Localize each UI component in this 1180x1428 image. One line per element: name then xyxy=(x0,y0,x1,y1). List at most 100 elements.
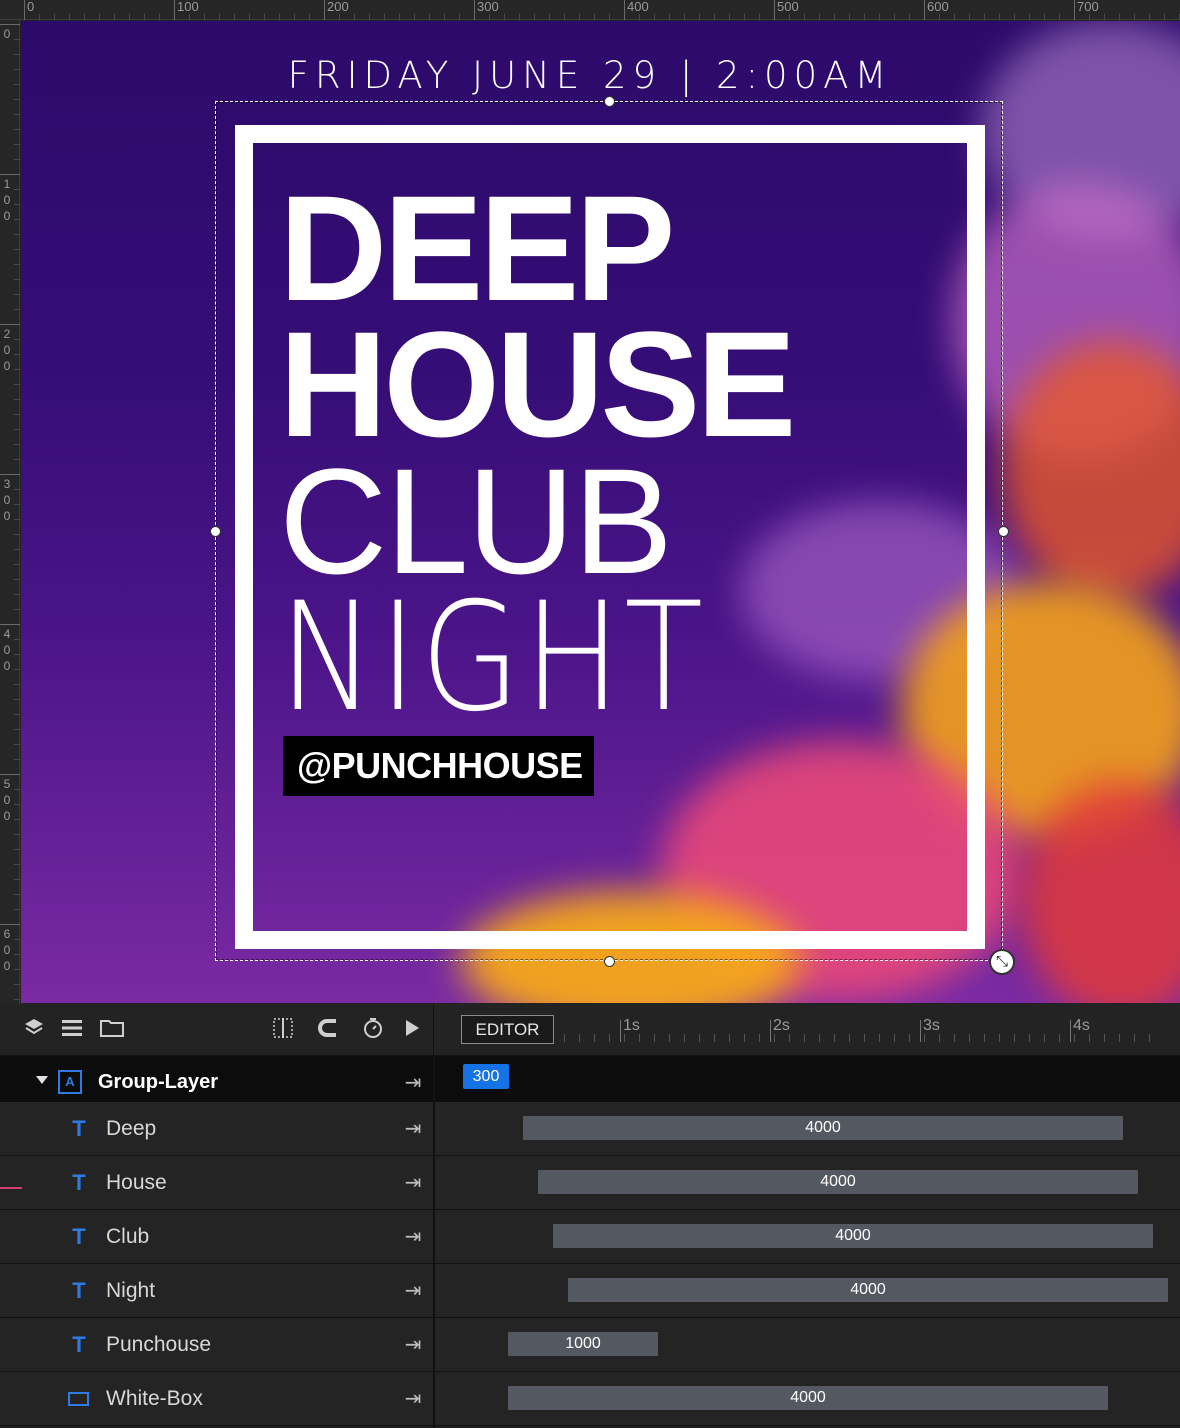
layer-track[interactable]: 4000 xyxy=(435,1210,1180,1263)
selection-box[interactable] xyxy=(215,101,1003,961)
ruler-minor-tick xyxy=(14,204,20,205)
layers-icon[interactable] xyxy=(21,1016,47,1042)
ruler-minor-tick xyxy=(39,14,40,20)
time-tick xyxy=(639,1034,640,1042)
guide-marker xyxy=(0,1187,22,1189)
jump-to-end-icon[interactable]: ⇥ xyxy=(400,1116,426,1142)
time-major-tick xyxy=(920,1020,921,1042)
ruler-minor-tick xyxy=(14,504,20,505)
collapse-caret-icon[interactable] xyxy=(36,1076,48,1084)
ruler-minor-tick xyxy=(294,14,295,20)
layer-duration-bar[interactable]: 1000 xyxy=(508,1332,658,1356)
ruler-minor-tick xyxy=(999,14,1000,20)
time-tick xyxy=(939,1034,940,1042)
ruler-minor-tick xyxy=(1149,14,1150,20)
list-icon[interactable] xyxy=(59,1016,85,1042)
ruler-label: 500 xyxy=(3,777,11,823)
ruler-horizontal[interactable]: 0 100 200 300 400 500 600 700 xyxy=(0,0,1180,20)
layer-track[interactable]: 1000 xyxy=(435,1318,1180,1371)
folder-icon[interactable] xyxy=(99,1016,125,1042)
ruler-minor-tick xyxy=(14,984,20,985)
ruler-minor-tick xyxy=(264,14,265,20)
date-text[interactable]: FRIDAY JUNE 29 | 2:00AM xyxy=(21,54,1180,97)
time-major-tick xyxy=(1070,1020,1071,1042)
ruler-minor-tick xyxy=(744,14,745,20)
timer-icon[interactable] xyxy=(360,1016,386,1042)
group-delay-badge[interactable]: 300 xyxy=(463,1064,509,1089)
selection-handle-left[interactable] xyxy=(210,526,221,537)
layer-row-club[interactable]: T Club ⇥ 4000 xyxy=(0,1210,1180,1264)
time-tick xyxy=(729,1034,730,1042)
ruler-minor-tick xyxy=(14,99,20,100)
selection-handle-bottom[interactable] xyxy=(604,956,615,967)
layer-duration-bar[interactable]: 4000 xyxy=(523,1116,1123,1140)
ruler-minor-tick xyxy=(14,444,20,445)
resize-icon[interactable]: ⤡ xyxy=(989,949,1015,975)
ruler-label: 700 xyxy=(1077,0,1099,14)
ruler-tick xyxy=(0,474,20,475)
layer-name: Group-Layer xyxy=(98,1071,219,1093)
selection-handle-right[interactable] xyxy=(998,526,1009,537)
jump-to-end-icon[interactable]: ⇥ xyxy=(400,1170,426,1196)
ruler-minor-tick xyxy=(849,14,850,20)
ruler-minor-tick xyxy=(14,849,20,850)
layer-track[interactable]: 4000 xyxy=(435,1102,1180,1155)
time-tick xyxy=(1134,1034,1135,1042)
ruler-minor-tick xyxy=(14,189,20,190)
layer-duration-bar[interactable]: 4000 xyxy=(553,1224,1153,1248)
ruler-minor-tick xyxy=(14,954,20,955)
layer-row-punchouse[interactable]: T Punchouse ⇥ 1000 xyxy=(0,1318,1180,1372)
ruler-minor-tick xyxy=(699,14,700,20)
jump-to-end-icon[interactable]: ⇥ xyxy=(400,1332,426,1358)
shape-layer-icon xyxy=(68,1392,89,1406)
ruler-minor-tick xyxy=(459,14,460,20)
ruler-minor-tick xyxy=(14,54,20,55)
layer-row-label-area: White-Box ⇥ xyxy=(0,1372,433,1425)
ruler-minor-tick xyxy=(14,384,20,385)
ruler-minor-tick xyxy=(14,114,20,115)
layer-row-house[interactable]: T House ⇥ 4000 xyxy=(0,1156,1180,1210)
ruler-tick xyxy=(0,24,20,25)
editor-button[interactable]: EDITOR xyxy=(461,1015,554,1044)
ruler-minor-tick xyxy=(594,14,595,20)
ruler-minor-tick xyxy=(249,14,250,20)
time-label: 3s xyxy=(923,1017,940,1034)
ruler-minor-tick xyxy=(14,294,20,295)
layer-track[interactable]: 4000 xyxy=(435,1264,1180,1317)
layer-track[interactable]: 4000 xyxy=(435,1156,1180,1209)
jump-to-end-icon[interactable]: ⇥ xyxy=(400,1386,426,1412)
ruler-minor-tick xyxy=(14,834,20,835)
ruler-minor-tick xyxy=(14,84,20,85)
grid-snap-icon[interactable] xyxy=(270,1016,296,1042)
jump-to-end-icon[interactable]: ⇥ xyxy=(400,1070,426,1096)
time-tick xyxy=(984,1034,985,1042)
layer-row-label-area: T House ⇥ xyxy=(0,1156,433,1209)
text-layer-icon: T xyxy=(72,1116,86,1141)
layer-track[interactable]: 4000 xyxy=(435,1372,1180,1425)
time-tick xyxy=(1029,1034,1030,1042)
jump-to-end-icon[interactable]: ⇥ xyxy=(400,1224,426,1250)
jump-to-end-icon[interactable]: ⇥ xyxy=(400,1278,426,1304)
ruler-minor-tick xyxy=(14,414,20,415)
ruler-minor-tick xyxy=(14,894,20,895)
play-icon[interactable] xyxy=(399,1016,425,1042)
layer-duration-bar[interactable]: 4000 xyxy=(538,1170,1138,1194)
layer-duration-bar[interactable]: 4000 xyxy=(508,1386,1108,1410)
ruler-minor-tick xyxy=(504,14,505,20)
design-canvas[interactable]: FRIDAY JUNE 29 | 2:00AM DEEP HOUSE CLUB … xyxy=(21,21,1180,1003)
layer-row-white-box[interactable]: White-Box ⇥ 4000 xyxy=(0,1372,1180,1426)
selection-handle-top[interactable] xyxy=(604,96,615,107)
ruler-vertical[interactable]: 0 100 200 300 400 500 600 xyxy=(0,20,20,1004)
ruler-minor-tick xyxy=(14,159,20,160)
layer-row-night[interactable]: T Night ⇥ 4000 xyxy=(0,1264,1180,1318)
ruler-minor-tick xyxy=(159,14,160,20)
ruler-minor-tick xyxy=(429,14,430,20)
magnet-icon[interactable] xyxy=(315,1016,341,1042)
text-layer-icon: T xyxy=(72,1224,86,1249)
ruler-minor-tick xyxy=(14,129,20,130)
ruler-minor-tick xyxy=(939,14,940,20)
layer-row-deep[interactable]: T Deep ⇥ 4000 xyxy=(0,1102,1180,1156)
time-tick xyxy=(624,1034,625,1042)
layer-duration-bar[interactable]: 4000 xyxy=(568,1278,1168,1302)
ruler-minor-tick xyxy=(14,429,20,430)
